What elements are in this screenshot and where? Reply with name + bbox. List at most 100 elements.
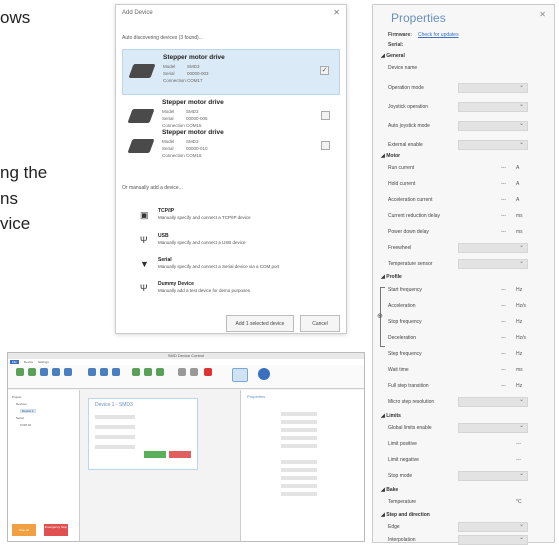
device-card: Device 1 - SMD3 [88,398,198,470]
usb-icon: Ψ [140,235,148,245]
external-enable-select[interactable] [458,139,528,150]
emergency-stop-button[interactable]: Emergency Stop [44,524,68,536]
temperature-sensor-select[interactable] [458,258,528,269]
value[interactable]: --- [501,319,506,325]
device-item[interactable]: Stepper motor drive Model SMD3 Serial 0000… [122,49,340,95]
tree-com[interactable]: COM 16 [20,423,31,427]
prop-field[interactable] [281,492,317,496]
section-general[interactable]: ◢ General [381,53,405,59]
project-tree: Project Devices Device 1 Serial COM 16 S… [8,390,80,541]
option-serial[interactable]: ▼ Serial Manually specify and connect a … [140,257,340,279]
value[interactable]: --- [501,165,506,171]
info-icon[interactable] [258,368,270,380]
save-icon[interactable] [88,368,96,376]
link-icon[interactable]: ⊕ [377,312,383,320]
check-updates-link[interactable]: Check for updates [418,32,459,38]
export-icon[interactable] [52,368,60,376]
device-checkbox[interactable] [321,141,330,150]
firmware-label: Firmware: [388,32,412,38]
properties-toggle-icon[interactable] [232,368,248,382]
value[interactable]: --- [501,197,506,203]
tool-icon[interactable] [190,368,198,376]
connection-label: Connection [162,153,185,158]
prop-field[interactable] [281,412,317,416]
operation-mode-select[interactable] [458,82,528,93]
menu-file[interactable]: File [10,360,19,364]
stop-mode-select[interactable] [458,470,528,481]
model-value: SMD3 [187,64,200,69]
prop-field[interactable] [281,420,317,424]
close-icon[interactable]: ✕ [539,10,546,19]
control-field[interactable] [95,435,135,439]
global-limits-select[interactable] [458,422,528,433]
section-limits[interactable]: ◢ Limits [381,413,401,419]
option-usb[interactable]: Ψ USB Manually specify and connect a USB… [140,233,340,255]
tree-project[interactable]: Project [12,395,21,399]
prop-field[interactable] [281,460,317,464]
edge-select[interactable] [458,521,528,532]
interpolation-select[interactable] [458,534,528,545]
control-field[interactable] [95,415,135,419]
value[interactable]: --- [516,457,521,463]
device-checkbox[interactable]: ✓ [320,66,329,75]
section-step-direction[interactable]: ◢ Step and direction [381,512,430,518]
cancel-button[interactable]: Cancel [300,315,340,332]
close-icon[interactable]: ✕ [333,8,340,17]
menu-device[interactable]: Device [24,360,33,364]
joystick-operation-select[interactable] [458,101,528,112]
value[interactable]: --- [501,303,506,309]
import-icon[interactable] [40,368,48,376]
prop-field[interactable] [281,476,317,480]
freewheel-select[interactable] [458,242,528,253]
auto-joystick-select[interactable] [458,120,528,131]
prop-wait-time: Wait time [388,367,409,373]
prop-field[interactable] [281,484,317,488]
device-item[interactable]: Stepper motor drive Model SMD3 Serial 0000… [122,125,340,171]
section-bake[interactable]: ◢ Bake [381,487,398,493]
menu-settings[interactable]: Settings [38,360,49,364]
grid-icon[interactable] [132,368,140,376]
grid-icon[interactable] [156,368,164,376]
value[interactable]: --- [501,181,506,187]
remove-icon[interactable] [204,368,212,376]
grid-icon[interactable] [144,368,152,376]
option-tcpip[interactable]: ▣ TCP/IP Manually specify and connect a … [140,208,340,230]
value[interactable]: --- [501,229,506,235]
unit: Hz/s [516,303,526,309]
tree-serial[interactable]: Serial [16,416,24,420]
value[interactable]: --- [516,441,521,447]
stop-all-button[interactable]: Stop all [12,524,36,536]
add-selected-button[interactable]: Add 1 selected device [226,315,294,332]
run-button[interactable] [144,451,166,458]
prop-field[interactable] [281,468,317,472]
prop-field[interactable] [281,428,317,432]
prop-full-step-transition: Full step transition [388,383,429,389]
value[interactable]: --- [501,351,506,357]
section-profile[interactable]: ◢ Profile [381,274,402,280]
reset-icon[interactable] [112,368,120,376]
value[interactable]: --- [501,287,506,293]
prop-field[interactable] [281,444,317,448]
unit: Hz/s [516,335,526,341]
control-field[interactable] [95,445,135,449]
stop-button[interactable] [169,451,191,458]
section-motor[interactable]: ◢ Motor [381,153,400,159]
device-checkbox[interactable] [321,111,330,120]
tree-devices[interactable]: Devices [16,402,27,406]
refresh-icon[interactable] [64,368,72,376]
prop-field[interactable] [281,436,317,440]
tree-device-1[interactable]: Device 1 [20,409,36,413]
load-icon[interactable] [100,368,108,376]
value[interactable]: --- [501,213,506,219]
value[interactable]: --- [501,367,506,373]
prop-auto-joystick: Auto joystick mode [388,123,430,129]
option-dummy[interactable]: Ψ Dummy Device Manually add a test devic… [140,281,340,303]
connect-icon[interactable] [28,368,36,376]
tool-icon[interactable] [178,368,186,376]
add-icon[interactable] [16,368,24,376]
value[interactable]: --- [501,383,506,389]
unit: Hz [516,351,523,357]
micro-step-select[interactable] [458,396,528,407]
control-field[interactable] [95,425,135,429]
value[interactable]: --- [501,335,506,341]
